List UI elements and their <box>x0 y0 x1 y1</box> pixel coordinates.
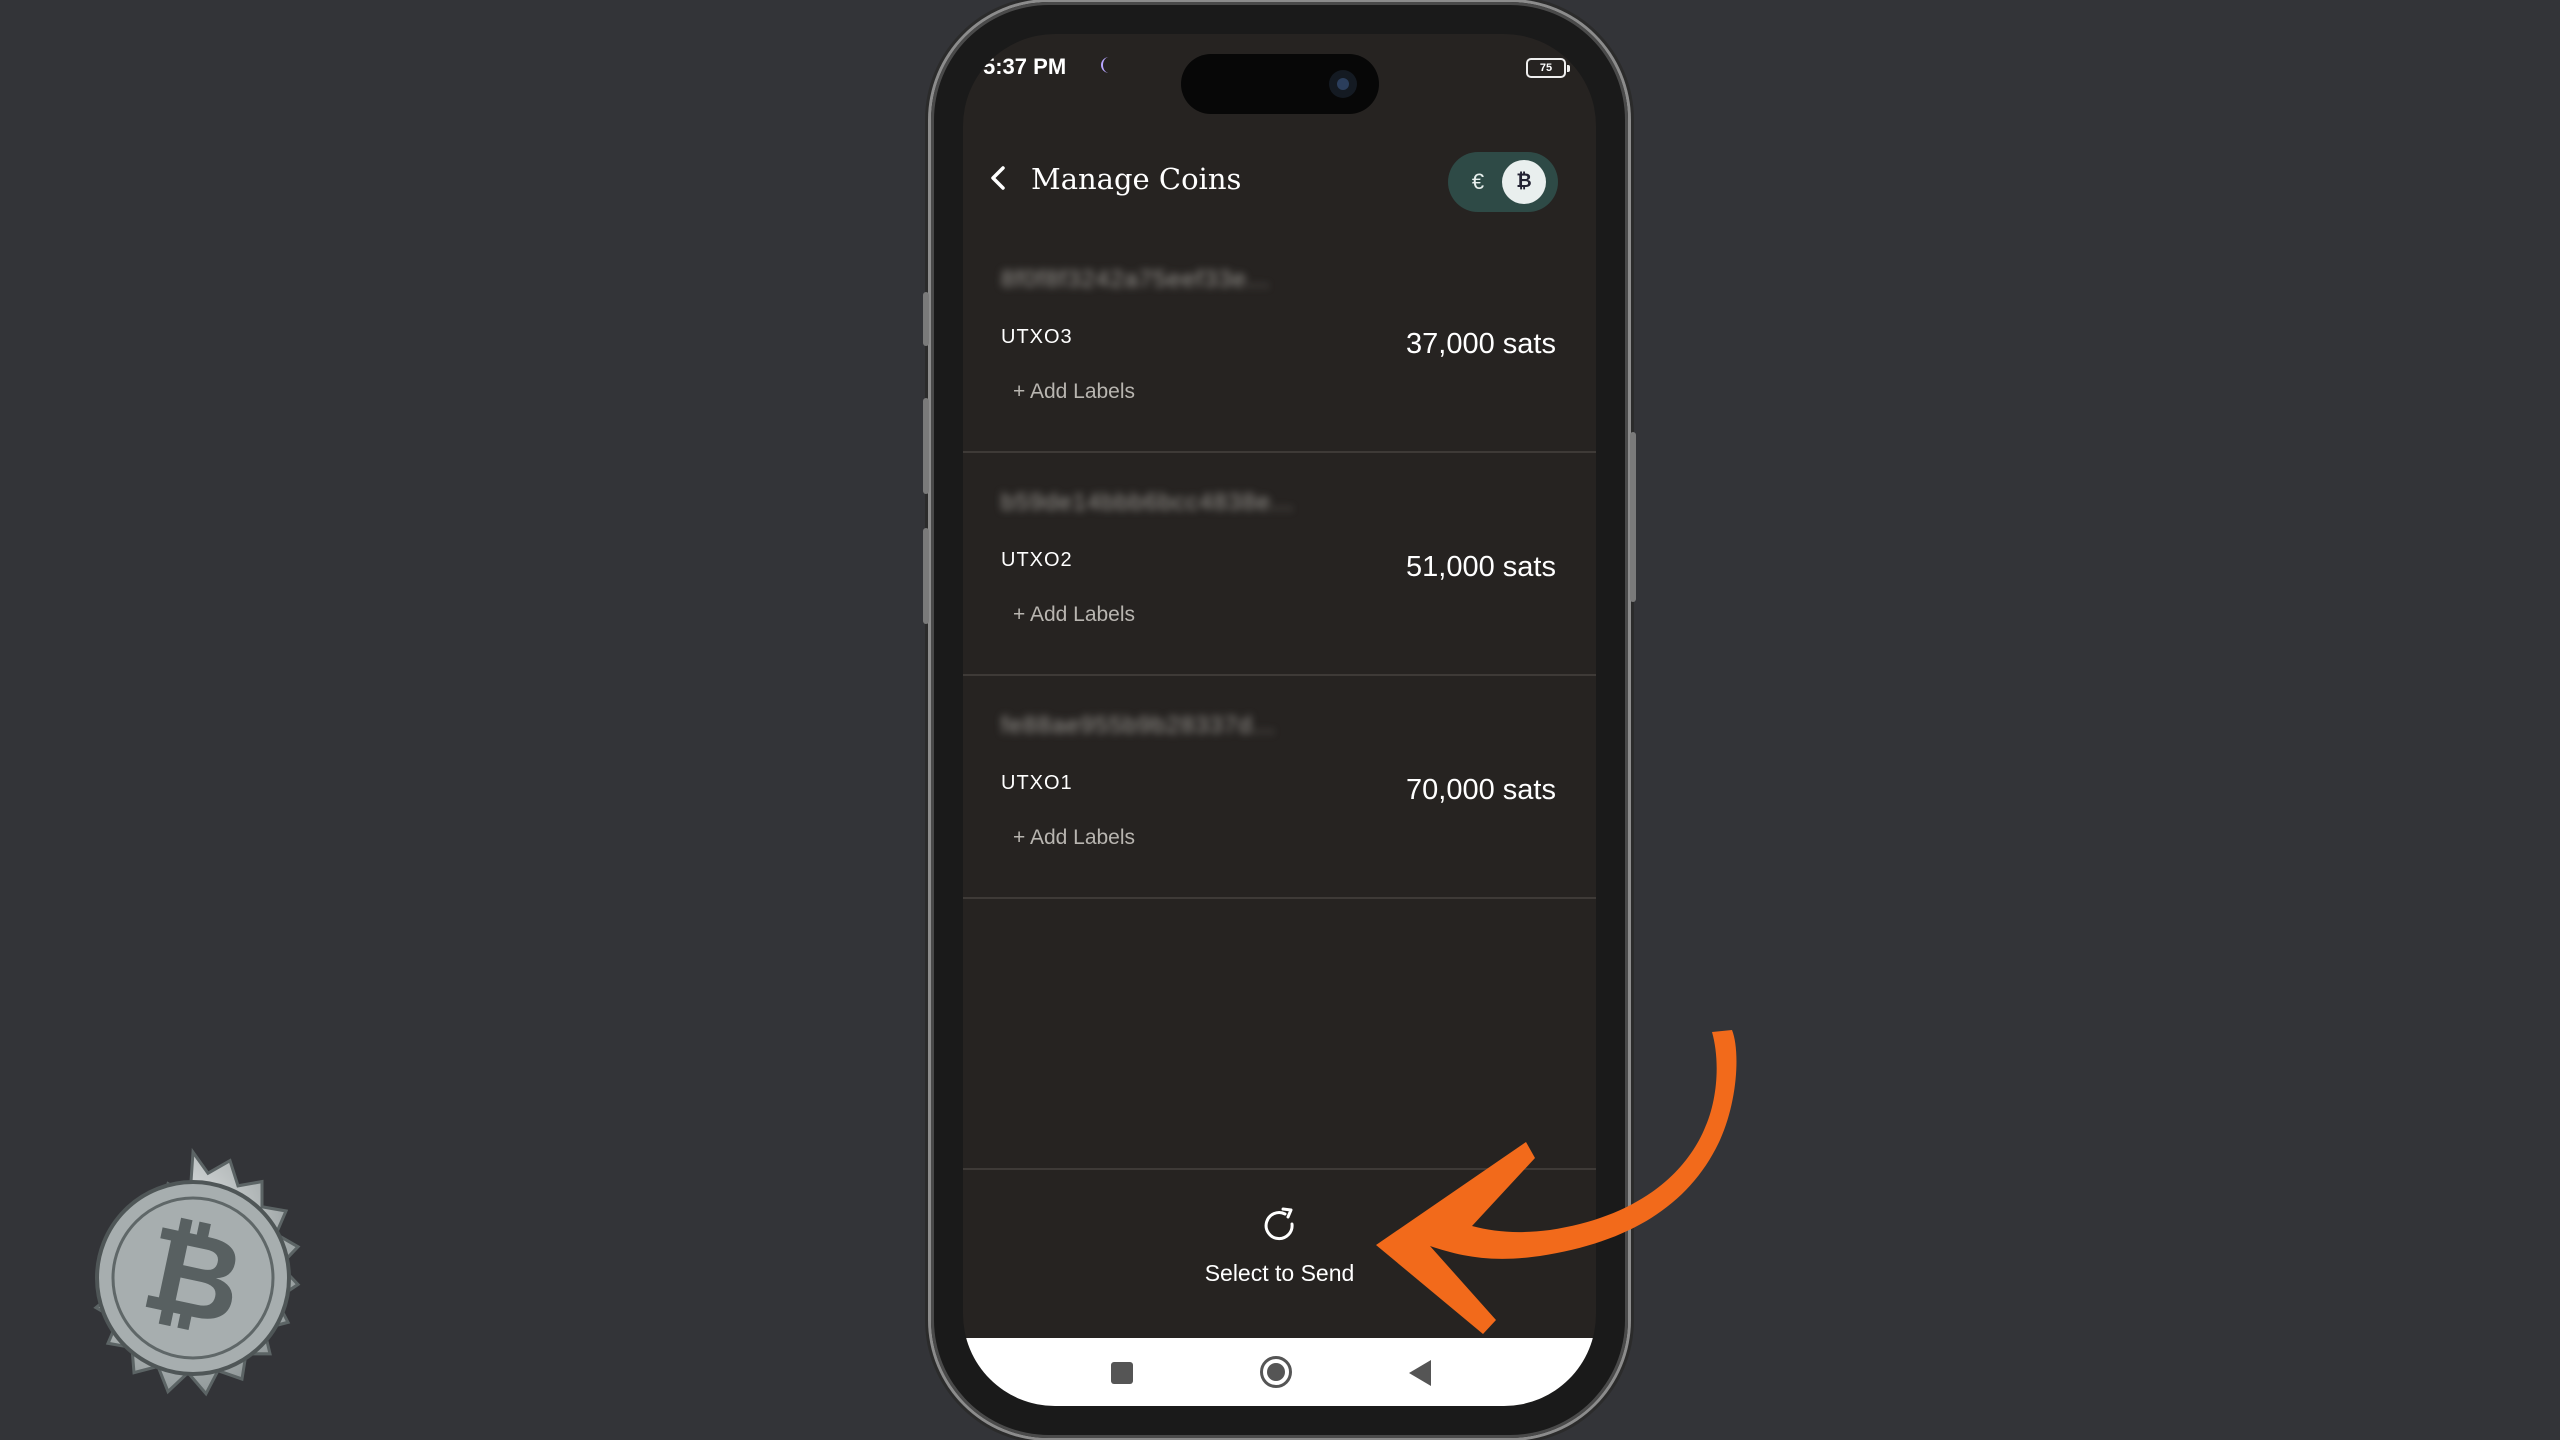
coin-txid: b59de14bbb6bcc4838e... <box>1001 489 1294 516</box>
add-labels-button[interactable]: + Add Labels <box>1013 380 1135 404</box>
app-header: Manage Coins € ₿ <box>963 142 1596 222</box>
volume-up-button <box>923 398 929 494</box>
currency-toggle[interactable]: € ₿ <box>1448 152 1558 212</box>
page-title: Manage Coins <box>1031 162 1242 196</box>
dynamic-island <box>1181 54 1379 114</box>
nav-back-icon[interactable] <box>1409 1360 1431 1386</box>
recents-icon[interactable] <box>1111 1362 1133 1384</box>
coin-item[interactable]: fe88ae955b9b28337d... UTXO1 70,000 sats … <box>963 676 1596 899</box>
power-button <box>1630 432 1636 602</box>
coin-txid: 8f0f8f3242a75eef33e... <box>1001 266 1270 293</box>
coin-item[interactable]: 8f0f8f3242a75eef33e... UTXO3 37,000 sats… <box>963 230 1596 453</box>
home-icon[interactable] <box>1260 1356 1292 1388</box>
euro-icon[interactable]: € <box>1462 166 1494 198</box>
refresh-arrow-icon[interactable] <box>1258 1204 1302 1248</box>
coin-label: UTXO2 <box>1001 549 1073 571</box>
coin-label: UTXO1 <box>1001 772 1073 794</box>
moon-icon <box>1101 57 1109 73</box>
coin-amount: 37,000 sats <box>1406 328 1556 360</box>
orange-arrow-icon <box>1376 1030 1737 1334</box>
back-arrow-icon[interactable] <box>977 156 1021 200</box>
android-nav-bar <box>963 1338 1596 1406</box>
bitcoin-icon[interactable]: ₿ <box>1502 160 1546 204</box>
coin-amount: 51,000 sats <box>1406 551 1556 583</box>
coin-item[interactable]: b59de14bbb6bcc4838e... UTXO2 51,000 sats… <box>963 453 1596 676</box>
bitcoin-badge-logo: ₿ <box>93 1147 301 1397</box>
coin-list: 8f0f8f3242a75eef33e... UTXO3 37,000 sats… <box>963 230 1596 899</box>
action-button <box>923 292 929 346</box>
coin-txid: fe88ae955b9b28337d... <box>1001 712 1276 739</box>
volume-down-button <box>923 528 929 624</box>
status-bar: 5:37 PM 75 <box>963 34 1596 114</box>
coin-amount: 70,000 sats <box>1406 774 1556 806</box>
add-labels-button[interactable]: + Add Labels <box>1013 603 1135 627</box>
status-time: 5:37 PM <box>983 54 1067 79</box>
camera-icon <box>1329 70 1357 98</box>
coin-label: UTXO3 <box>1001 326 1073 348</box>
add-labels-button[interactable]: + Add Labels <box>1013 826 1135 850</box>
battery-icon: 75 <box>1526 58 1570 78</box>
battery-level: 75 <box>1539 62 1553 74</box>
